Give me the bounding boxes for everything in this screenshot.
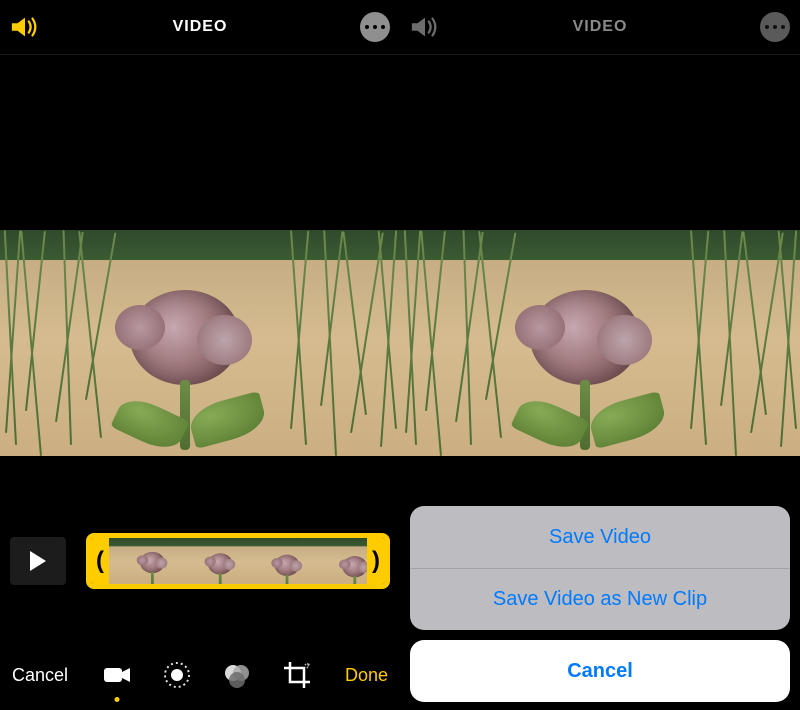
action-sheet-options: Save Video Save Video as New Clip	[410, 506, 790, 630]
crop-rotate-tool-icon[interactable]	[280, 658, 314, 692]
trim-handle-right[interactable]: )	[367, 538, 385, 584]
done-button[interactable]: Done	[345, 665, 388, 686]
cancel-button[interactable]: Cancel	[12, 665, 68, 686]
action-sheet-cancel[interactable]: Cancel	[410, 640, 790, 702]
trim-timeline-row: ( )	[0, 530, 400, 592]
play-button[interactable]	[10, 537, 66, 585]
more-options-button[interactable]	[360, 12, 390, 42]
editor-top-bar: VIDEO	[0, 0, 400, 55]
save-video-new-clip-option[interactable]: Save Video as New Clip	[410, 568, 790, 630]
filters-tool-icon[interactable]	[220, 658, 254, 692]
save-action-sheet: Save Video Save Video as New Clip Cancel	[410, 506, 790, 702]
video-tool-icon[interactable]	[100, 658, 134, 692]
adjust-tool-icon[interactable]	[160, 658, 194, 692]
volume-icon[interactable]	[10, 15, 40, 39]
editor-screen-right: VIDEO Save Video Save Video as New Clip …	[400, 0, 800, 710]
letterbox-top	[0, 55, 400, 230]
editor-toolbar: Cancel Done	[0, 640, 400, 710]
trim-timeline[interactable]: ( )	[86, 533, 390, 589]
trim-handle-left[interactable]: (	[91, 538, 109, 584]
video-preview[interactable]	[0, 230, 400, 456]
timeline-thumbnails[interactable]	[109, 538, 367, 584]
editor-screen-left: VIDEO ( )	[0, 0, 400, 710]
save-video-option[interactable]: Save Video	[410, 506, 790, 568]
editor-title: VIDEO	[173, 18, 228, 36]
video-content-flower	[0, 230, 400, 456]
